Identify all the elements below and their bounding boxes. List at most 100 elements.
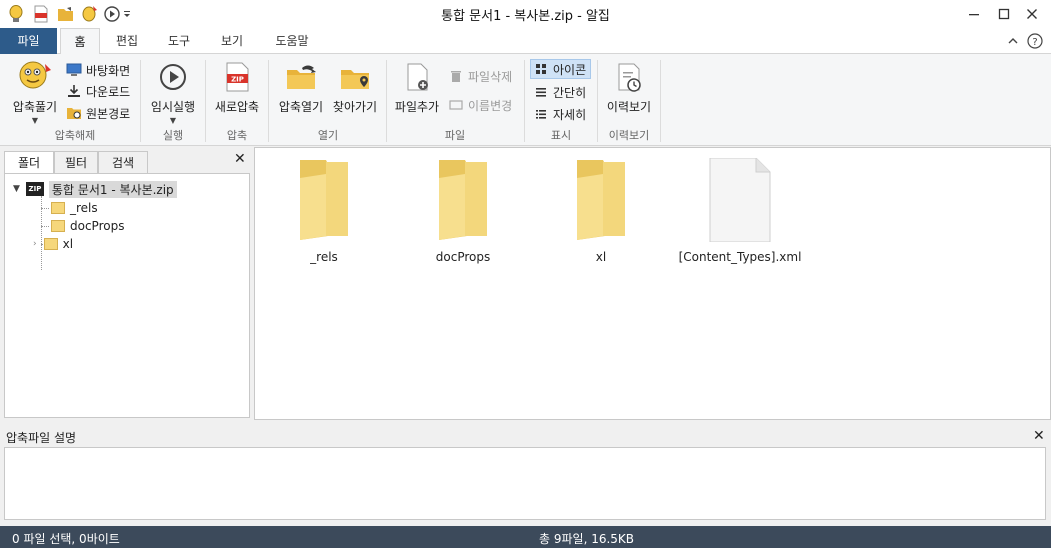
file-item-docprops[interactable]: docProps bbox=[398, 158, 528, 264]
svg-text:?: ? bbox=[1032, 37, 1037, 48]
total-status: 총 9파일, 16.5KB bbox=[539, 532, 635, 546]
tab-edit[interactable]: 편집 bbox=[104, 28, 150, 54]
view-simple-label: 간단히 bbox=[553, 85, 587, 100]
file-item-rels[interactable]: _rels bbox=[259, 158, 389, 264]
ribbon-separator bbox=[386, 60, 387, 142]
close-button[interactable] bbox=[1016, 0, 1048, 28]
tree-root[interactable]: ▼ ZIP 통합 문서1 - 복사본.zip bbox=[13, 180, 177, 198]
folder-icon bbox=[51, 202, 65, 214]
open-archive-icon bbox=[287, 65, 316, 89]
folder-icon bbox=[439, 160, 487, 240]
help-icon[interactable]: ? bbox=[1026, 32, 1044, 50]
folder-tree: ▼ ZIP 통합 문서1 - 복사본.zip _rels docProps › … bbox=[4, 173, 250, 418]
view-icons-button[interactable]: 아이콘 bbox=[530, 59, 592, 79]
extract-to-downloads-label: 다운로드 bbox=[86, 84, 131, 99]
file-view: _rels docProps xl [Content_Types].xml bbox=[254, 147, 1051, 420]
ribbon-separator bbox=[268, 60, 269, 142]
ribbon-separator bbox=[524, 60, 525, 142]
history-button[interactable]: 이력보기 bbox=[602, 60, 656, 115]
extract-character-icon bbox=[19, 61, 51, 89]
file-item-content-types[interactable]: [Content_Types].xml bbox=[675, 158, 805, 264]
folder-icon bbox=[43, 238, 58, 250]
view-detail-label: 자세히 bbox=[553, 107, 587, 122]
group-label-history: 이력보기 bbox=[608, 129, 650, 142]
temp-run-button[interactable]: 임시실행 ▼ bbox=[146, 60, 200, 125]
extract-button[interactable]: 압축풀기 ▼ bbox=[8, 60, 62, 125]
tree-item-rels[interactable]: _rels bbox=[51, 199, 98, 217]
view-detail-button[interactable]: 자세히 bbox=[533, 104, 586, 124]
view-simple-button[interactable]: 간단히 bbox=[533, 82, 586, 102]
status-bar: 0 파일 선택, 0바이트 총 9파일, 16.5KB bbox=[0, 526, 1051, 548]
extract-to-desktop-label: 바탕화면 bbox=[86, 63, 131, 78]
locate-folder-icon bbox=[341, 70, 369, 89]
folder-panel: 폴더 필터 검색 ✕ ▼ ZIP 통합 문서1 - 복사본.zip _rels … bbox=[0, 147, 250, 420]
extract-to-source-button[interactable]: 원본경로 bbox=[66, 103, 130, 123]
list-view-icon bbox=[533, 84, 549, 100]
tab-home[interactable]: 홈 bbox=[60, 28, 100, 55]
tree-item-label: _rels bbox=[70, 201, 98, 215]
tree-item-label: docProps bbox=[70, 219, 125, 233]
file-name: _rels bbox=[310, 250, 338, 264]
extract-to-downloads-button[interactable]: 다운로드 bbox=[66, 81, 130, 101]
open-archive-label: 압축열기 bbox=[278, 100, 324, 114]
svg-text:ZIP: ZIP bbox=[231, 76, 244, 84]
tree-item-xl[interactable]: › xl bbox=[33, 235, 73, 253]
tab-help[interactable]: 도움말 bbox=[262, 28, 322, 54]
file-item-xl[interactable]: xl bbox=[536, 158, 666, 264]
view-icons-label: 아이콘 bbox=[553, 62, 587, 77]
file-name: docProps bbox=[435, 250, 491, 264]
delete-file-button[interactable]: 파일삭제 bbox=[448, 66, 512, 86]
chevron-down-icon: ▼ bbox=[169, 116, 177, 125]
tree-item-label: xl bbox=[62, 237, 74, 251]
new-compress-button[interactable]: ZIP 새로압축 bbox=[210, 60, 264, 115]
collapse-ribbon-icon[interactable] bbox=[1004, 32, 1022, 50]
folder-icon bbox=[51, 220, 65, 232]
source-path-icon bbox=[66, 105, 82, 121]
group-label-run: 실행 bbox=[162, 129, 184, 142]
play-icon bbox=[160, 64, 186, 90]
add-file-icon bbox=[407, 63, 428, 91]
tab-tools[interactable]: 도구 bbox=[156, 28, 202, 54]
selection-status: 0 파일 선택, 0바이트 bbox=[12, 532, 120, 546]
history-label: 이력보기 bbox=[606, 100, 652, 114]
ribbon-separator bbox=[205, 60, 206, 142]
detail-view-icon bbox=[533, 106, 549, 122]
temp-run-label: 임시실행 bbox=[150, 100, 196, 114]
trash-icon bbox=[448, 68, 464, 84]
tab-view[interactable]: 보기 bbox=[209, 28, 255, 54]
window-title: 통합 문서1 - 복사본.zip - 알집 bbox=[441, 9, 610, 24]
close-panel-icon[interactable]: ✕ bbox=[234, 151, 246, 167]
close-description-icon[interactable]: ✕ bbox=[1033, 428, 1045, 444]
folder-icon bbox=[577, 160, 625, 240]
open-archive-button[interactable]: 압축열기 bbox=[274, 60, 328, 115]
go-to-location-button[interactable]: 찾아가기 bbox=[328, 60, 382, 115]
rename-icon bbox=[448, 97, 464, 113]
minimize-button[interactable] bbox=[958, 0, 990, 28]
tab-folder[interactable]: 폴더 bbox=[4, 151, 54, 174]
title-bar: 통합 문서1 - 복사본.zip - 알집 bbox=[0, 0, 1051, 28]
group-label-open: 열기 bbox=[317, 129, 339, 142]
folder-icon bbox=[300, 160, 348, 240]
tree-connector bbox=[41, 226, 49, 227]
tree-item-docprops[interactable]: docProps bbox=[51, 217, 124, 235]
ribbon: 압축풀기 ▼ 바탕화면 다운로드 원본경로 압축해제 임시실행 ▼ 실행 ZIP… bbox=[0, 54, 1051, 146]
description-panel-header: 압축파일 설명 ✕ bbox=[0, 426, 1051, 446]
ribbon-separator bbox=[660, 60, 661, 142]
extract-to-desktop-button[interactable]: 바탕화면 bbox=[66, 60, 130, 80]
rename-button[interactable]: 이름변경 bbox=[448, 95, 512, 115]
tab-file[interactable]: 파일 bbox=[0, 28, 57, 54]
tab-search[interactable]: 검색 bbox=[98, 151, 148, 173]
group-label-compress: 압축 bbox=[226, 129, 248, 142]
add-file-button[interactable]: 파일추가 bbox=[390, 60, 444, 115]
file-name: xl bbox=[595, 250, 607, 264]
delete-file-label: 파일삭제 bbox=[468, 69, 513, 84]
ribbon-separator bbox=[140, 60, 141, 142]
group-label-extract: 압축해제 bbox=[54, 129, 96, 142]
tab-filter[interactable]: 필터 bbox=[54, 151, 98, 173]
xml-file-icon bbox=[709, 158, 771, 242]
chevron-down-icon[interactable]: ▼ bbox=[13, 184, 20, 194]
chevron-right-icon[interactable]: › bbox=[33, 239, 37, 249]
description-textarea[interactable] bbox=[4, 447, 1046, 520]
tree-root-label: 통합 문서1 - 복사본.zip bbox=[48, 180, 177, 198]
zip-archive-icon: ZIP bbox=[25, 182, 44, 196]
